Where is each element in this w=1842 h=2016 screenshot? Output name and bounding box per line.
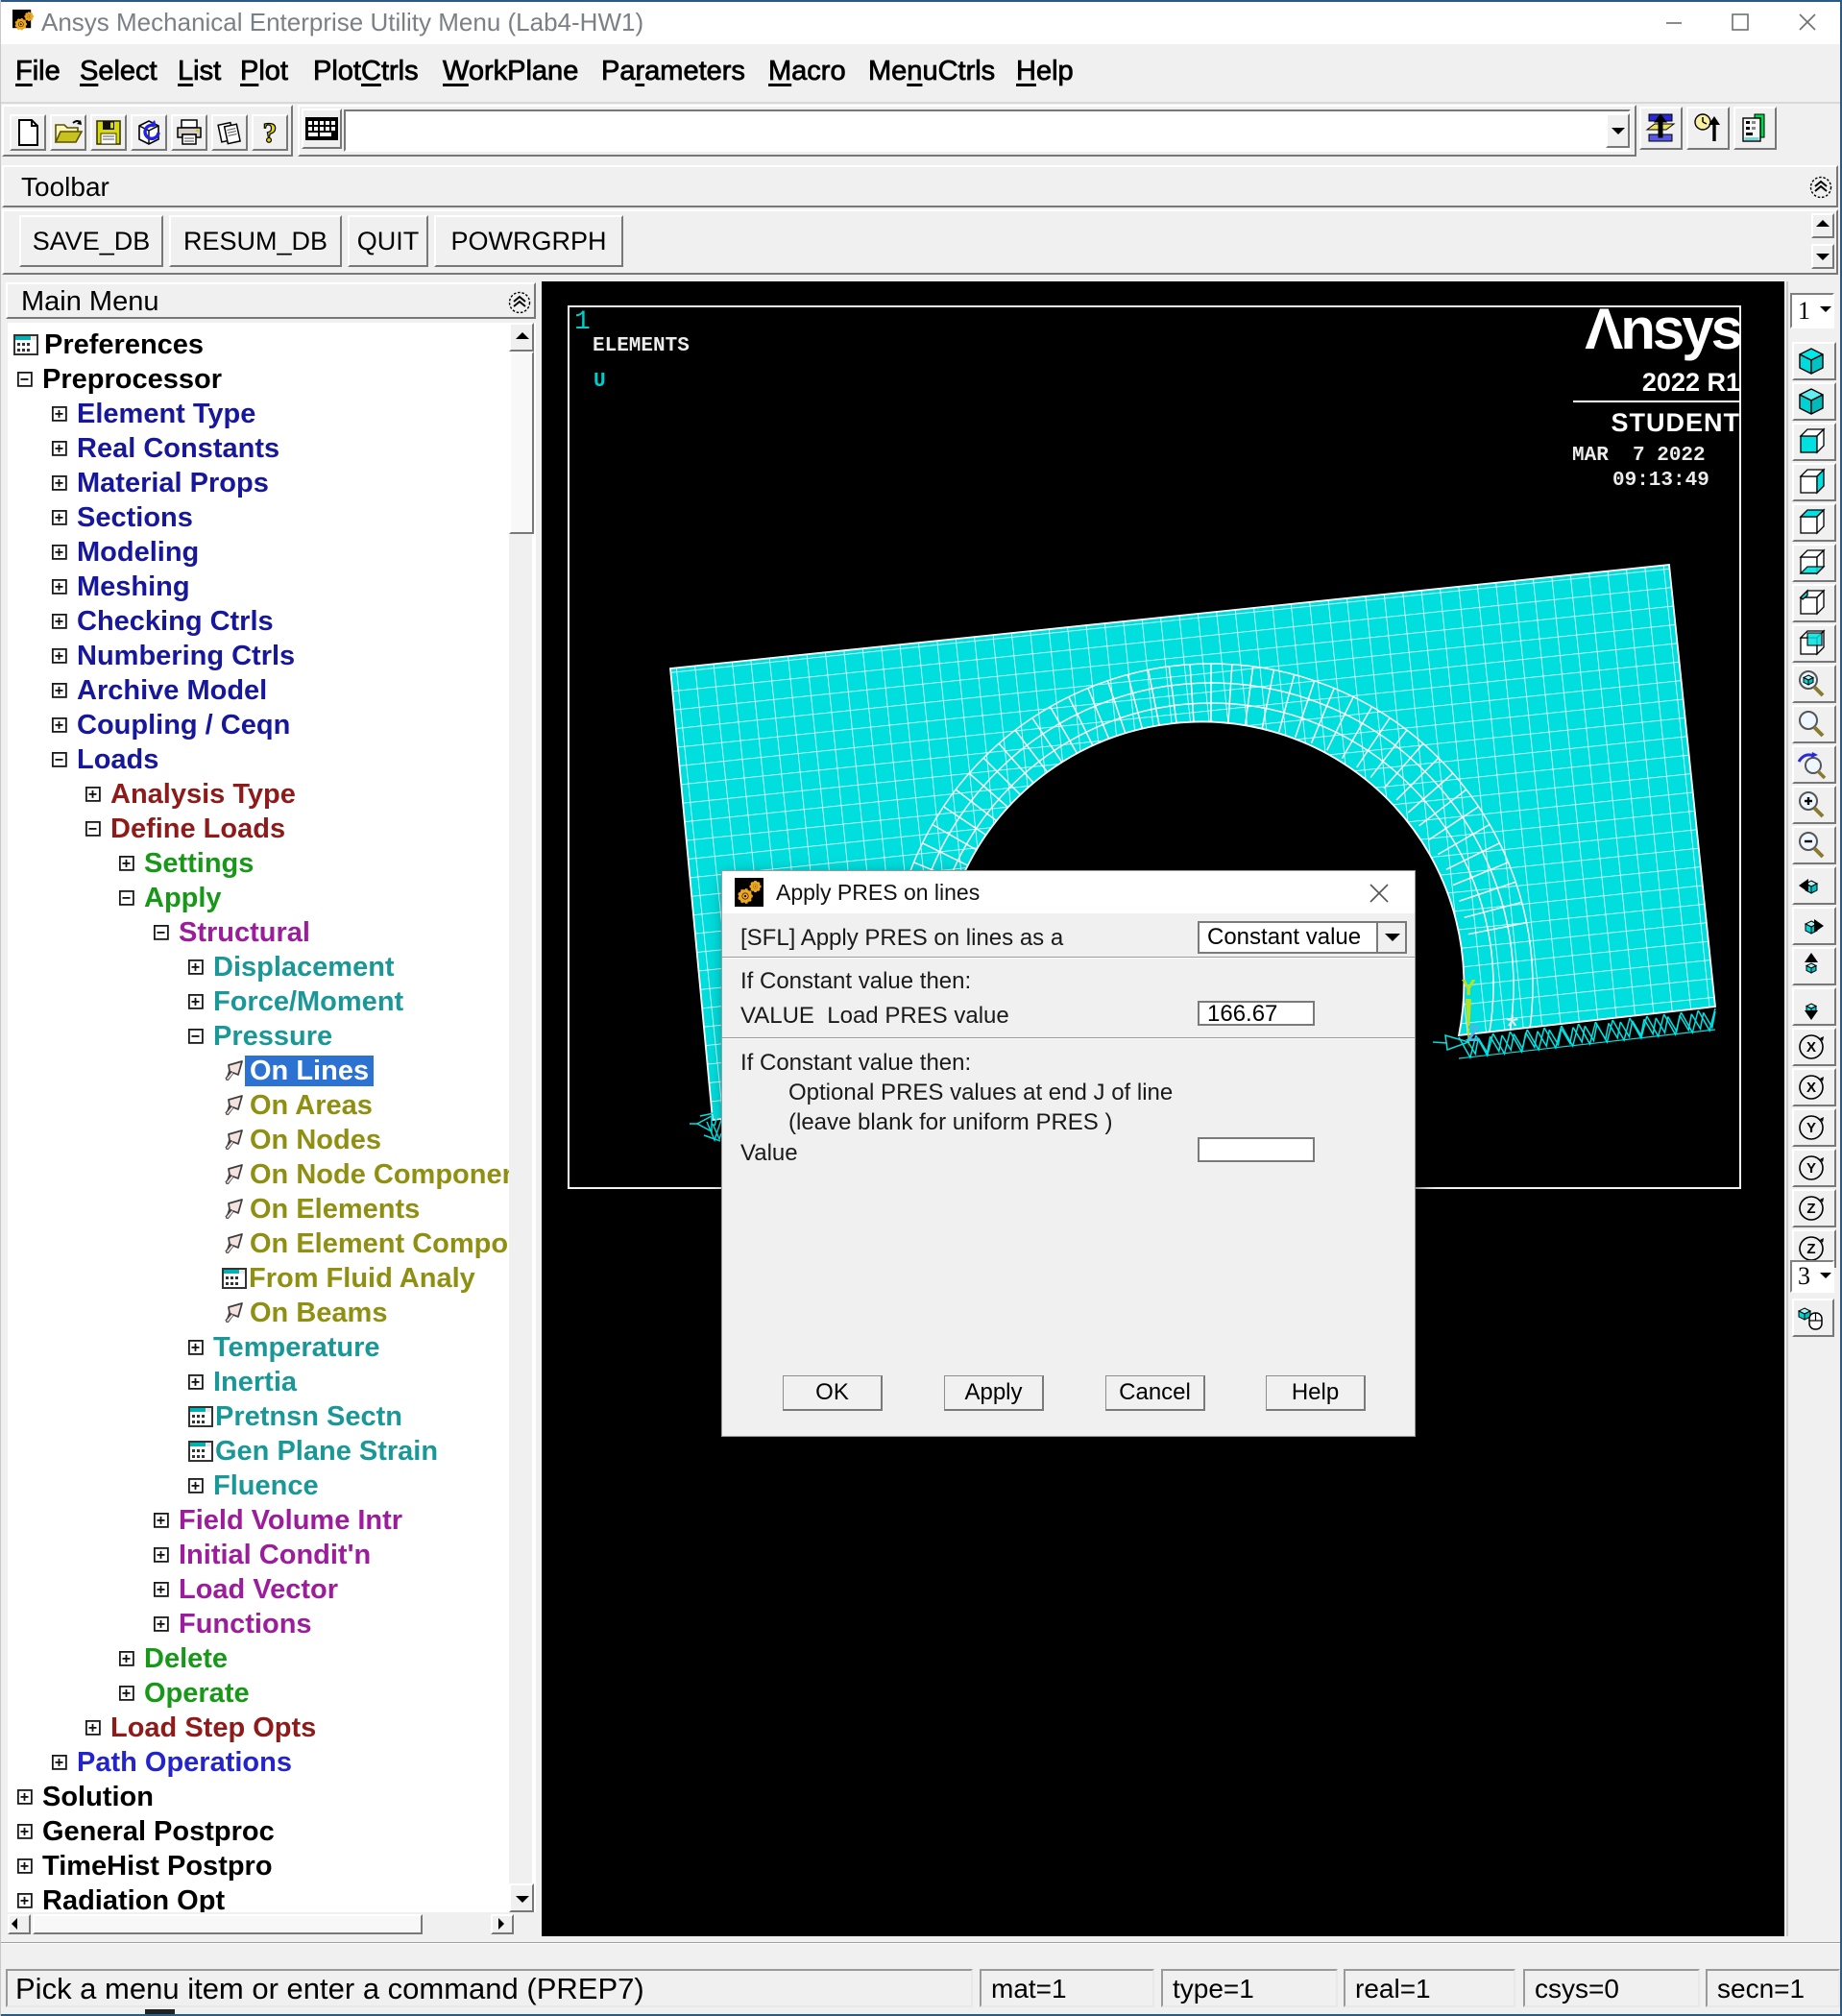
svg-text:X: X bbox=[1806, 1080, 1816, 1096]
svg-text:Z: Z bbox=[1806, 1201, 1815, 1217]
svg-text:X: X bbox=[1806, 1039, 1816, 1056]
svg-text:Y: Y bbox=[1806, 1120, 1816, 1136]
svg-text:Z: Z bbox=[1466, 1023, 1480, 1049]
svg-text:*: * bbox=[1506, 1008, 1518, 1045]
svg-text:Z: Z bbox=[1806, 1241, 1815, 1257]
svg-text:Y: Y bbox=[1462, 977, 1476, 1003]
svg-text:Y: Y bbox=[1806, 1160, 1816, 1177]
